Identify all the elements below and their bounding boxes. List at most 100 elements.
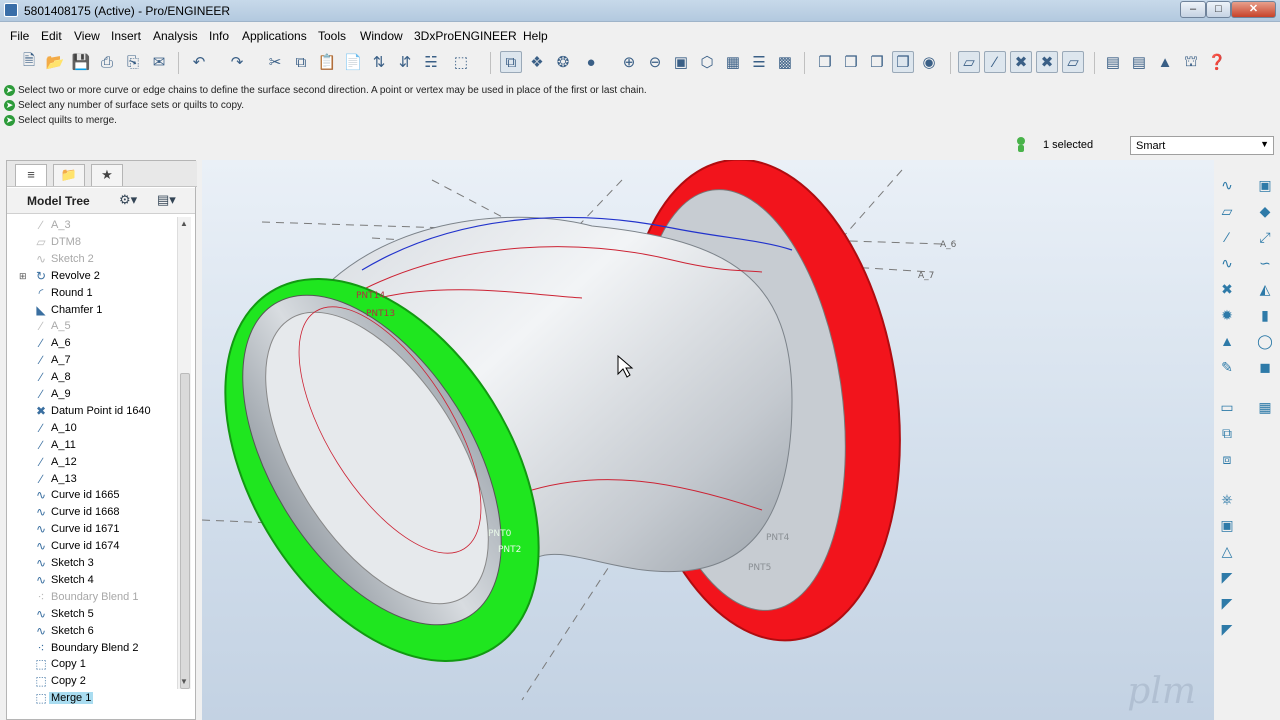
tree-item[interactable]: ∕ A_9: [7, 386, 175, 403]
tree-item[interactable]: ⬚ Merge 1: [7, 690, 175, 707]
style-tool-icon[interactable]: △: [1216, 540, 1238, 562]
offset-tool-icon[interactable]: ▲: [1216, 330, 1238, 352]
menu-help[interactable]: Help: [523, 29, 548, 43]
tree-settings-icon[interactable]: ⚙▾: [119, 192, 137, 210]
tree-item[interactable]: ✖ Datum Point id 1640: [7, 403, 175, 420]
menu-3dxproengineer[interactable]: 3DxProENGINEER: [414, 29, 517, 43]
sweep-tool-icon[interactable]: ∽: [1254, 252, 1276, 274]
revolve-tool-icon[interactable]: ⎈: [1216, 488, 1238, 510]
menu-analysis[interactable]: Analysis: [153, 29, 198, 43]
pattern-tool-icon[interactable]: ▦: [1254, 396, 1276, 418]
tree-item[interactable]: ∿ Sketch 6: [7, 623, 175, 640]
curve-tool-icon[interactable]: ∿: [1216, 252, 1238, 274]
trim-tool-icon[interactable]: ▮: [1254, 304, 1276, 326]
datum-axis-icon[interactable]: ∕: [984, 51, 1006, 73]
paste-icon[interactable]: 📋: [316, 51, 338, 73]
tree-item[interactable]: ∿ Sketch 3: [7, 555, 175, 572]
tree-item[interactable]: ⁖ Boundary Blend 1: [7, 589, 175, 606]
move-tool-icon[interactable]: ⤢: [1254, 226, 1276, 248]
tree-scrollbar[interactable]: ▲ ▼: [177, 217, 191, 689]
tab-model-tree[interactable]: ≡: [15, 164, 47, 186]
tree-item[interactable]: ∿ Sketch 2: [7, 251, 175, 268]
tree-item[interactable]: ⊞ ↻ Revolve 2: [7, 268, 175, 285]
layers-icon[interactable]: ☰: [748, 51, 770, 73]
email-icon[interactable]: ✉: [148, 51, 170, 73]
repaint-icon[interactable]: ⧉: [500, 51, 522, 73]
measure-icon[interactable]: ▤: [1128, 51, 1150, 73]
tree-item[interactable]: ◜ Round 1: [7, 285, 175, 302]
merge-tool-icon[interactable]: ⧈: [1216, 448, 1238, 470]
datum-display-icon[interactable]: ❖: [526, 51, 548, 73]
sketcher-icon[interactable]: ⛫: [1180, 51, 1202, 73]
sketch-tool-icon[interactable]: ✎: [1216, 356, 1238, 378]
no-hidden-icon[interactable]: ❐: [866, 51, 888, 73]
tree-item[interactable]: ⬚ Copy 1: [7, 656, 175, 673]
shading-icon[interactable]: ●: [580, 51, 602, 73]
tree-item[interactable]: ∕ A_3: [7, 217, 175, 234]
menu-applications[interactable]: Applications: [242, 29, 307, 43]
appearance-icon[interactable]: ◉: [918, 51, 940, 73]
scroll-thumb[interactable]: [180, 373, 190, 689]
tree-item[interactable]: ∿ Curve id 1674: [7, 538, 175, 555]
expand-icon[interactable]: ⊞: [19, 271, 27, 282]
copy-tool-icon[interactable]: ⧉: [1216, 422, 1238, 444]
tab-folder-browser[interactable]: 📁: [53, 164, 85, 186]
tree-item[interactable]: ∕ A_7: [7, 352, 175, 369]
tree-item[interactable]: ⁖ Boundary Blend 2: [7, 640, 175, 657]
print-preview-icon[interactable]: ⎘: [122, 51, 144, 73]
tree-item[interactable]: ∕ A_11: [7, 437, 175, 454]
tree-item[interactable]: ∿ Curve id 1668: [7, 504, 175, 521]
draft-tool-icon[interactable]: ◤: [1216, 592, 1238, 614]
close-button[interactable]: ✕: [1231, 1, 1276, 18]
tree-item[interactable]: ∕ A_13: [7, 471, 175, 488]
tree-item[interactable]: ∕ A_10: [7, 420, 175, 437]
graphics-viewport[interactable]: A_6 A_7 PNT14 PNT13 PNT0 PNT2 PNT4 PNT5 …: [202, 160, 1214, 720]
selection-filter-dropdown[interactable]: Smart ▼: [1130, 136, 1274, 155]
section-icon[interactable]: ▲: [1154, 51, 1176, 73]
tree-item[interactable]: ◣ Chamfer 1: [7, 302, 175, 319]
fill-tool-icon[interactable]: ▭: [1216, 396, 1238, 418]
saved-views-icon[interactable]: ▦: [722, 51, 744, 73]
tree-item[interactable]: ∿ Sketch 4: [7, 572, 175, 589]
hidden-line-icon[interactable]: ❐: [840, 51, 862, 73]
tree-item[interactable]: ⬚ Copy 2: [7, 673, 175, 690]
tree-item[interactable]: ∕ A_8: [7, 369, 175, 386]
model-view[interactable]: A_6 A_7 PNT14 PNT13 PNT0 PNT2 PNT4 PNT5: [202, 160, 1214, 720]
orient-icon[interactable]: ⬡: [696, 51, 718, 73]
regen-manager-icon[interactable]: ⇵: [394, 51, 416, 73]
menu-insert[interactable]: Insert: [111, 29, 141, 43]
select-box-icon[interactable]: ⬚: [450, 51, 472, 73]
copy-geometry-tool-icon[interactable]: ▣: [1254, 174, 1276, 196]
maximize-button[interactable]: □: [1206, 1, 1231, 18]
boundary-blend-tool-icon[interactable]: ∿: [1216, 174, 1238, 196]
axis-tool-icon[interactable]: ∕: [1216, 226, 1238, 248]
mapkey-icon[interactable]: ▤: [1102, 51, 1124, 73]
copy-icon[interactable]: ⧉: [290, 51, 312, 73]
point-tool-icon[interactable]: ✖: [1216, 278, 1238, 300]
undo-icon[interactable]: ↶: [188, 51, 210, 73]
tree-show-icon[interactable]: ▤▾: [157, 192, 176, 210]
redo-icon[interactable]: ↷: [226, 51, 248, 73]
open-icon[interactable]: 📂: [44, 51, 66, 73]
menu-info[interactable]: Info: [209, 29, 229, 43]
new-icon[interactable]: 🗎: [18, 51, 40, 73]
tree-item[interactable]: ∿ Sketch 5: [7, 606, 175, 623]
model-setup-icon[interactable]: ▩: [774, 51, 796, 73]
save-icon[interactable]: 💾: [70, 51, 92, 73]
minimize-button[interactable]: –: [1180, 1, 1206, 18]
csys-tool-icon[interactable]: ✹: [1216, 304, 1238, 326]
datum-plane-icon[interactable]: ▱: [958, 51, 980, 73]
refit-icon[interactable]: ▣: [670, 51, 692, 73]
menu-view[interactable]: View: [74, 29, 100, 43]
find-icon[interactable]: ☵: [420, 51, 442, 73]
annotation-icon[interactable]: ▱: [1062, 51, 1084, 73]
shell-tool-icon[interactable]: ◤: [1216, 618, 1238, 640]
scroll-down-icon[interactable]: ▼: [180, 677, 188, 686]
context-help-icon[interactable]: ❓: [1206, 51, 1228, 73]
spin-center-icon[interactable]: ❂: [552, 51, 574, 73]
tree-item[interactable]: ∿ Curve id 1665: [7, 487, 175, 504]
wireframe-icon[interactable]: ❐: [814, 51, 836, 73]
tree-item[interactable]: ∕ A_6: [7, 335, 175, 352]
thicken-tool-icon[interactable]: ◼: [1254, 356, 1276, 378]
extrude-tool-icon[interactable]: ▣: [1216, 514, 1238, 536]
